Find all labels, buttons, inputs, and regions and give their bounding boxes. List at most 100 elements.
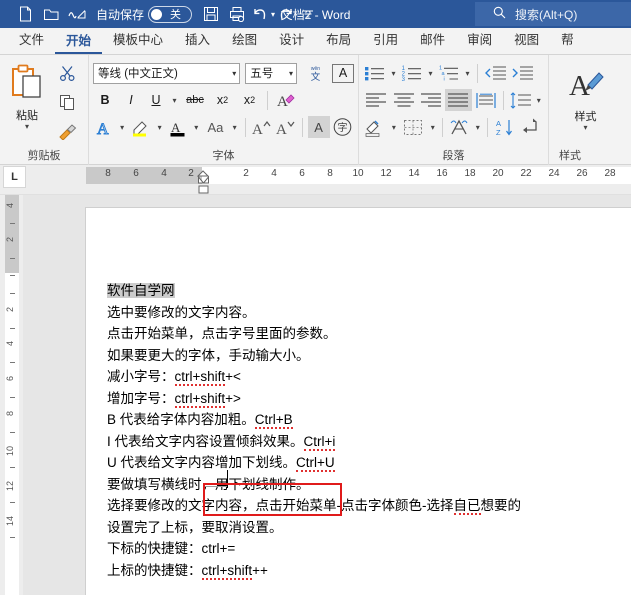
strikethrough-button[interactable]: abc [182, 89, 208, 111]
horizontal-ruler[interactable]: L 8 6 4 2 2 4 6 8 10 12 14 16 18 20 22 2… [0, 165, 631, 195]
document-line[interactable]: 增加字号：ctrl+shift+> [107, 388, 631, 410]
bold-button[interactable]: B [93, 89, 117, 111]
align-center-icon[interactable] [390, 89, 416, 111]
document-line[interactable]: I 代表给文字内容设置倾斜效果。Ctrl+i [107, 431, 631, 453]
print-preview-icon[interactable] [224, 2, 250, 26]
tab-review[interactable]: 审阅 [456, 25, 503, 54]
highlight-color-icon[interactable] [129, 116, 152, 138]
align-left-icon[interactable] [363, 89, 389, 111]
styles-dropdown-icon[interactable]: ▾ [583, 124, 587, 132]
align-right-icon[interactable] [418, 89, 444, 111]
tab-design[interactable]: 设计 [268, 25, 315, 54]
vertical-ruler-track[interactable] [5, 195, 19, 595]
tab-references[interactable]: 引用 [362, 25, 409, 54]
line-spacing-icon[interactable] [508, 89, 533, 111]
document-line[interactable]: U 代表给文字内容增加下划线。Ctrl+U [107, 452, 631, 474]
paste-dropdown-icon[interactable]: ▾ [25, 123, 29, 131]
save-icon[interactable] [198, 2, 224, 26]
tab-template-center[interactable]: 模板中心 [102, 25, 174, 54]
increase-indent-icon[interactable] [509, 62, 535, 84]
underline-button[interactable]: U [145, 89, 167, 111]
tab-stop-selector[interactable]: L [3, 166, 26, 188]
undo-icon[interactable] [250, 2, 270, 26]
page-area[interactable]: 软件自学网 选中要修改的文字内容。 点击开始菜单，点击字号里面的参数。 如果要更… [23, 195, 631, 595]
document-line[interactable]: 设置完了上标，要取消设置。 [107, 517, 631, 539]
decrease-indent-icon[interactable] [482, 62, 508, 84]
tab-mailings[interactable]: 邮件 [409, 25, 456, 54]
tab-draw[interactable]: 绘图 [221, 25, 268, 54]
signature-icon[interactable] [64, 2, 90, 26]
character-shading-icon[interactable]: A [307, 116, 330, 138]
paragraph-mark-icon[interactable] [519, 116, 544, 138]
document-line[interactable]: 减小字号：ctrl+shift+< [107, 366, 631, 388]
document-line[interactable]: 选择要修改的文字内容，点击开始菜单-点击字体颜色-选择自已想要的 [107, 495, 631, 517]
chevron-down-icon[interactable]: ▾ [229, 69, 236, 78]
tab-view[interactable]: 视图 [503, 25, 550, 54]
tab-layout[interactable]: 布局 [315, 25, 362, 54]
selected-text[interactable]: 软件自学网 [107, 283, 175, 298]
vertical-ruler[interactable]: 4 2 2 4 6 8 10 12 14 [0, 195, 23, 595]
character-border-icon[interactable]: A [332, 63, 354, 83]
enclose-character-icon[interactable]: 字 [332, 116, 354, 138]
font-size-combo[interactable]: 五号 ▾ [245, 62, 297, 84]
borders-icon[interactable] [400, 116, 427, 138]
document-line[interactable]: 选中要修改的文字内容。 [107, 302, 631, 324]
new-document-icon[interactable] [12, 2, 38, 26]
document-line[interactable]: 要做填写横线时，用下划线制作。 [107, 474, 631, 496]
show-marks-dropdown-icon[interactable]: ▾ [473, 123, 483, 132]
document-line[interactable]: 点击开始菜单，点击字号里面的参数。 [107, 323, 631, 345]
chevron-down-icon[interactable]: ▾ [286, 69, 293, 78]
tab-help[interactable]: 帮 [550, 25, 585, 54]
multilevel-list-icon[interactable]: 1ai [437, 62, 461, 84]
shading-dropdown-icon[interactable]: ▾ [389, 123, 399, 132]
line-spacing-dropdown-icon[interactable]: ▾ [534, 96, 544, 105]
format-painter-icon[interactable] [58, 123, 77, 145]
tab-home[interactable]: 开始 [55, 26, 103, 54]
scissors-icon[interactable] [59, 65, 76, 87]
text-effects-icon[interactable]: A [93, 116, 115, 138]
document-line[interactable]: 如果要更大的字体，手动输大小。 [107, 345, 631, 367]
font-name-combo[interactable]: 等线 (中文正文) ▾ [93, 62, 241, 84]
autosave-toggle[interactable]: 关 [148, 5, 193, 23]
document-page[interactable]: 软件自学网 选中要修改的文字内容。 点击开始菜单，点击字号里面的参数。 如果要更… [86, 208, 631, 595]
document-line[interactable]: 软件自学网 [107, 280, 631, 302]
phonetic-guide-icon[interactable]: wēn 文 [304, 62, 326, 84]
document-line[interactable]: 上标的快捷键：ctrl+shift++ [107, 560, 631, 582]
distribute-icon[interactable] [473, 89, 499, 111]
show-marks-icon[interactable] [447, 116, 472, 138]
numbering-icon[interactable]: 123 [400, 62, 424, 84]
bullets-icon[interactable] [363, 62, 387, 84]
indent-markers-icon[interactable] [197, 165, 213, 195]
sort-icon[interactable]: AZ [492, 116, 519, 138]
search-box[interactable]: 搜索(Alt+Q) [475, 2, 631, 26]
grow-font-icon[interactable]: A [251, 116, 273, 138]
open-folder-icon[interactable] [38, 2, 64, 26]
shrink-font-icon[interactable]: A [275, 116, 297, 138]
underline-dropdown-icon[interactable]: ▾ [169, 96, 180, 105]
borders-dropdown-icon[interactable]: ▾ [428, 123, 438, 132]
styles-button[interactable]: A 样式 ▾ [553, 59, 618, 148]
italic-button[interactable]: I [119, 89, 143, 111]
highlight-dropdown-icon[interactable]: ▾ [155, 123, 165, 132]
document-line[interactable]: 下标的快捷键：ctrl+= [107, 538, 631, 560]
justify-icon[interactable] [445, 89, 472, 111]
bullets-dropdown-icon[interactable]: ▾ [388, 69, 399, 78]
clear-formatting-icon[interactable]: A [273, 89, 297, 111]
text-effects-dropdown-icon[interactable]: ▾ [117, 123, 127, 132]
change-case-dropdown-icon[interactable]: ▾ [230, 123, 240, 132]
document-line[interactable]: B 代表给字体内容加粗。Ctrl+B [107, 409, 631, 431]
multilevel-dropdown-icon[interactable]: ▾ [462, 69, 473, 78]
subscript-button[interactable]: x2 [210, 89, 235, 111]
superscript-button[interactable]: x2 [237, 89, 262, 111]
paste-button[interactable]: 粘贴 ▾ [4, 59, 50, 148]
tab-file[interactable]: 文件 [8, 25, 55, 54]
document-text-body[interactable]: 软件自学网 选中要修改的文字内容。 点击开始菜单，点击字号里面的参数。 如果要更… [107, 280, 631, 581]
font-color-icon[interactable]: A [167, 116, 189, 138]
copy-icon[interactable] [59, 94, 76, 116]
ruler-track[interactable]: 8 6 4 2 2 4 6 8 10 12 14 16 18 20 22 24 … [86, 167, 631, 184]
tab-insert[interactable]: 插入 [174, 25, 221, 54]
font-color-dropdown-icon[interactable]: ▾ [191, 123, 201, 132]
shading-icon[interactable] [363, 116, 388, 138]
change-case-button[interactable]: Aa [203, 116, 227, 138]
numbering-dropdown-icon[interactable]: ▾ [425, 69, 436, 78]
